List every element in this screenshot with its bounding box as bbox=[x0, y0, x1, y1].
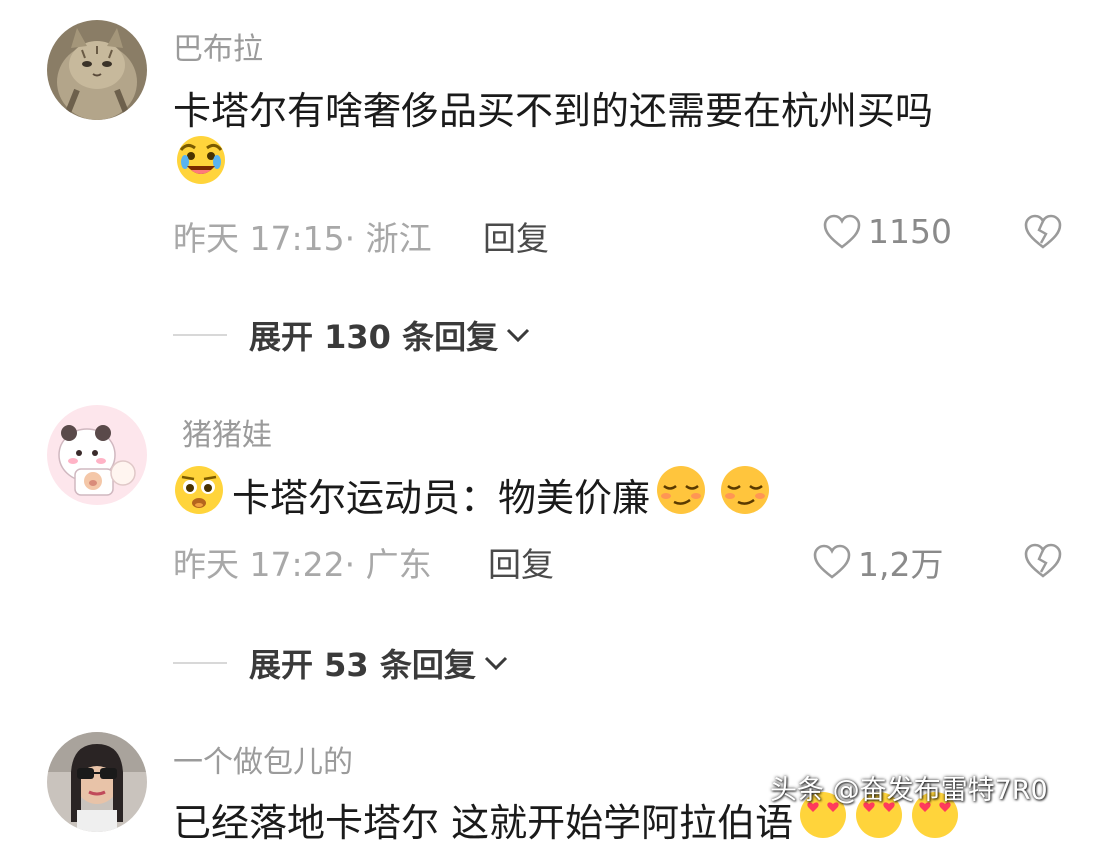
heart-outline-icon bbox=[813, 544, 851, 579]
smirk-emoji-icon bbox=[716, 464, 774, 525]
dislike-button[interactable] bbox=[1022, 542, 1064, 584]
dislike-button[interactable] bbox=[1022, 213, 1064, 255]
username[interactable]: 猪猪娃 bbox=[182, 410, 272, 454]
expand-replies-button[interactable]: 展开 130 条回复 bbox=[173, 312, 532, 358]
expand-replies-label: 展开 130 条回复 bbox=[249, 318, 499, 356]
watermark: 头条 @奋发布雷特7R0 bbox=[770, 775, 1048, 806]
comment-meta: 昨天 17:22· 广东 bbox=[173, 545, 432, 584]
comment-text: 卡塔尔运动员：物美价廉 bbox=[172, 463, 774, 526]
comment-text-content: 已经落地卡塔尔 这就开始学阿拉伯语 bbox=[173, 801, 794, 845]
heart-outline-icon bbox=[823, 214, 861, 249]
comment-text-content: 卡塔尔运动员：物美价廉 bbox=[232, 476, 651, 520]
avatar[interactable] bbox=[47, 405, 147, 505]
like-count: 1150 bbox=[868, 212, 952, 251]
chevron-down-icon bbox=[484, 656, 507, 671]
reply-button[interactable]: 回复 bbox=[483, 212, 549, 260]
username[interactable]: 一个做包儿的 bbox=[173, 737, 353, 781]
broken-heart-icon bbox=[1024, 543, 1062, 578]
like-button[interactable]: 1150 bbox=[822, 212, 952, 251]
divider-line bbox=[173, 334, 227, 336]
like-button[interactable]: 1,2万 bbox=[812, 538, 943, 586]
avatar[interactable] bbox=[47, 732, 147, 832]
divider-line bbox=[173, 662, 227, 664]
broken-heart-icon bbox=[1024, 214, 1062, 249]
reply-button[interactable]: 回复 bbox=[488, 538, 554, 586]
smirk-emoji-icon bbox=[652, 464, 710, 525]
laughing-crying-emoji-icon bbox=[173, 134, 229, 190]
comment-text: 卡塔尔有啥奢侈品买不到的还需要在杭州买吗 bbox=[173, 80, 933, 135]
expand-replies-button[interactable]: 展开 53 条回复 bbox=[173, 640, 510, 686]
comment-text-content: 卡塔尔有啥奢侈品买不到的还需要在杭州买吗 bbox=[173, 89, 934, 133]
expand-replies-label: 展开 53 条回复 bbox=[249, 646, 476, 684]
username[interactable]: 巴布拉 bbox=[173, 24, 263, 68]
like-count: 1,2万 bbox=[858, 545, 944, 584]
chevron-down-icon bbox=[507, 328, 530, 343]
comment-meta: 昨天 17:15· 浙江 bbox=[173, 219, 432, 258]
avatar[interactable] bbox=[47, 20, 147, 120]
pleading-face-emoji-icon bbox=[172, 463, 226, 526]
